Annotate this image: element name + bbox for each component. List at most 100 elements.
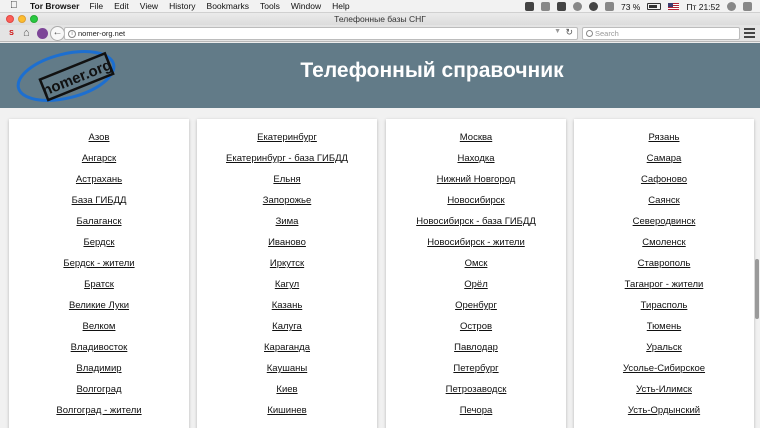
city-link[interactable]: Тирасполь — [641, 300, 688, 311]
search-placeholder[interactable]: Search — [595, 29, 619, 38]
city-link[interactable]: Волгоград - жители — [56, 405, 141, 416]
city-link[interactable]: Орёл — [464, 279, 488, 290]
city-list-item: Рязань — [574, 127, 754, 148]
city-link[interactable]: Северодвинск — [633, 216, 696, 227]
menu-file[interactable]: File — [89, 1, 103, 11]
city-link[interactable]: Усолье-Сибирское — [623, 363, 705, 374]
city-link[interactable]: Саянск — [648, 195, 680, 206]
scrollbar-thumb[interactable] — [755, 259, 759, 319]
site-info-icon[interactable]: i — [68, 30, 76, 38]
city-link[interactable]: Таганрог - жители — [625, 279, 704, 290]
reload-icon[interactable]: ↻ — [565, 27, 573, 38]
city-link[interactable]: Москва — [460, 132, 492, 143]
city-link[interactable]: Печора — [460, 405, 493, 416]
city-link[interactable]: Самара — [647, 153, 682, 164]
app-menu-tor-browser[interactable]: Tor Browser — [30, 1, 79, 11]
city-link[interactable]: Бердск — [83, 237, 114, 248]
clock[interactable]: Пт 21:52 — [686, 2, 720, 12]
menu-view[interactable]: View — [140, 1, 158, 11]
city-link[interactable]: Усть-Илимск — [636, 384, 692, 395]
back-button[interactable]: ← — [50, 26, 65, 41]
city-link[interactable]: Усть-Ордынский — [628, 405, 700, 416]
battery-icon[interactable] — [647, 3, 662, 10]
city-link[interactable]: Велком — [83, 321, 116, 332]
city-link[interactable]: Запорожье — [263, 195, 312, 206]
city-link[interactable]: Балаганск — [76, 216, 121, 227]
sync-tray-icon[interactable] — [540, 2, 550, 11]
menu-tools[interactable]: Tools — [260, 1, 280, 11]
city-link[interactable]: Волгоград — [76, 384, 121, 395]
hamburger-menu-icon[interactable] — [744, 28, 755, 38]
city-link[interactable]: База ГИБДД — [72, 195, 127, 206]
city-link[interactable]: Караганда — [264, 342, 310, 353]
time-machine-icon[interactable] — [572, 2, 582, 11]
tor-onion-icon[interactable] — [37, 28, 48, 39]
wifi-icon[interactable] — [588, 2, 598, 11]
url-text[interactable]: nomer-org.net — [78, 29, 125, 38]
city-link[interactable]: Ельня — [273, 174, 300, 185]
city-link[interactable]: Новосибирск - база ГИБДД — [416, 216, 536, 227]
city-link[interactable]: Киев — [276, 384, 297, 395]
home-icon[interactable]: ⌂ — [23, 27, 36, 39]
noscript-icon[interactable]: S — [6, 28, 17, 39]
city-link[interactable]: Каушаны — [267, 363, 307, 374]
city-link[interactable]: Петрозаводск — [446, 384, 507, 395]
city-link[interactable]: Зима — [276, 216, 299, 227]
city-link[interactable]: Новосибирск — [447, 195, 504, 206]
notification-center-icon[interactable] — [743, 2, 752, 11]
city-link[interactable]: Астрахань — [76, 174, 122, 185]
city-link[interactable]: Владивосток — [71, 342, 128, 353]
city-link[interactable]: Иваново — [268, 237, 306, 248]
battery-percent[interactable]: 73 % — [621, 2, 640, 12]
city-link[interactable]: Иркутск — [270, 258, 304, 269]
city-link[interactable]: Великие Луки — [69, 300, 129, 311]
city-link[interactable]: Омск — [465, 258, 488, 269]
city-link[interactable]: Казань — [272, 300, 303, 311]
us-flag-input-icon[interactable] — [668, 3, 680, 10]
menu-history[interactable]: History — [169, 1, 195, 11]
city-link[interactable]: Нижний Новгород — [437, 174, 516, 185]
menu-edit[interactable]: Edit — [114, 1, 129, 11]
volume-icon[interactable] — [604, 2, 614, 11]
url-history-dropdown-icon[interactable]: ▼ — [554, 28, 561, 35]
search-bar[interactable]: Search — [582, 27, 740, 40]
city-link[interactable]: Новосибирск - жители — [427, 237, 525, 248]
minimize-window-button[interactable] — [18, 15, 26, 23]
city-link[interactable]: Владимир — [76, 363, 121, 374]
menu-help[interactable]: Help — [332, 1, 349, 11]
zoom-window-button[interactable] — [30, 15, 38, 23]
city-link[interactable]: Екатеринбург - база ГИБДД — [226, 153, 348, 164]
city-link[interactable]: Петербург — [453, 363, 498, 374]
city-list-item: Ставрополь — [574, 253, 754, 274]
city-link[interactable]: Сафоново — [641, 174, 687, 185]
city-list-item: Новосибирск - база ГИБДД — [386, 211, 566, 232]
city-link[interactable]: Бердск - жители — [63, 258, 134, 269]
city-link[interactable]: Смоленск — [642, 237, 685, 248]
page-scrollbar[interactable] — [754, 43, 760, 428]
menu-bookmarks[interactable]: Bookmarks — [207, 1, 250, 11]
menu-window[interactable]: Window — [291, 1, 321, 11]
city-list-item: Новосибирск - жители — [386, 232, 566, 253]
city-link[interactable]: Екатеринбург — [257, 132, 317, 143]
city-link[interactable]: Калуга — [272, 321, 302, 332]
city-link[interactable]: Остров — [460, 321, 492, 332]
app-tray-icon[interactable] — [524, 2, 534, 11]
close-window-button[interactable] — [6, 15, 14, 23]
city-list-item: Тирасполь — [574, 295, 754, 316]
city-link[interactable]: Тюмень — [647, 321, 681, 332]
city-link[interactable]: Ангарск — [82, 153, 116, 164]
city-link[interactable]: Азов — [89, 132, 110, 143]
apple-icon[interactable]:  — [10, 1, 24, 11]
city-link[interactable]: Кагул — [275, 279, 299, 290]
city-link[interactable]: Рязань — [648, 132, 679, 143]
extension-tray-icon[interactable] — [556, 2, 566, 11]
city-link[interactable]: Находка — [457, 153, 494, 164]
city-link[interactable]: Уральск — [646, 342, 682, 353]
city-link[interactable]: Павлодар — [454, 342, 498, 353]
city-link[interactable]: Ставрополь — [638, 258, 691, 269]
city-link[interactable]: Кишинев — [267, 405, 306, 416]
city-link[interactable]: Братск — [84, 279, 114, 290]
url-bar[interactable]: i nomer-org.net ▼ ↻ — [64, 27, 578, 40]
city-link[interactable]: Оренбург — [455, 300, 497, 311]
spotlight-icon[interactable] — [727, 2, 736, 11]
